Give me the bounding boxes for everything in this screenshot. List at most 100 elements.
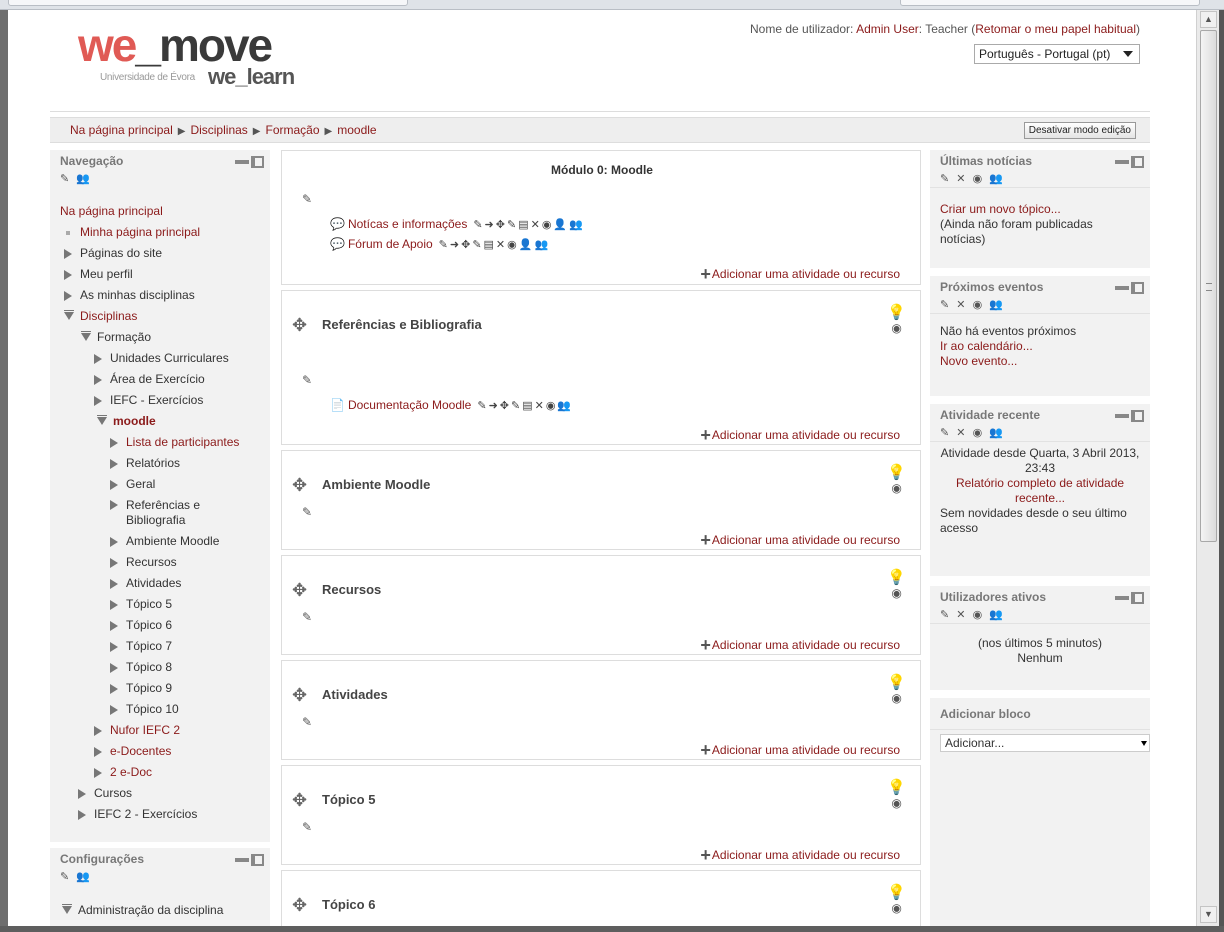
nav-label[interactable]: Disciplinas (80, 309, 137, 323)
expand-icon[interactable] (94, 353, 102, 364)
vertical-scrollbar[interactable]: ▲ ▼ (1196, 10, 1219, 926)
new-event-link[interactable]: Novo evento... (940, 354, 1017, 368)
dock-icon[interactable] (1131, 281, 1144, 294)
edit-icon[interactable]: ✎ (940, 609, 951, 621)
users-icon[interactable]: 👥 (989, 427, 1005, 439)
lightbulb-icon[interactable]: 💡 (887, 885, 906, 900)
close-icon[interactable]: ✕ (956, 609, 967, 621)
nav-item-general[interactable]: Geral (60, 474, 270, 495)
edit-icon[interactable]: ✎ (940, 299, 951, 311)
expand-icon[interactable] (110, 599, 118, 610)
expand-icon[interactable] (110, 662, 118, 673)
nav-item-edocentes[interactable]: e-Docentes (60, 741, 270, 762)
add-activity-link[interactable]: +Adicionar uma atividade ou recurso (700, 264, 900, 285)
new-topic-link[interactable]: Criar um novo tópico... (940, 202, 1061, 216)
expand-icon[interactable] (110, 479, 118, 490)
eye-icon[interactable]: ◉ (973, 173, 985, 185)
minimize-icon[interactable] (1115, 285, 1129, 290)
expand-icon[interactable] (64, 290, 72, 301)
lightbulb-icon[interactable]: 💡 (887, 465, 906, 480)
activity-tools[interactable]: ✎➜✥✎▤✕◉👤👥 (439, 239, 550, 251)
nav-item-nufor[interactable]: Nufor IEFC 2 (60, 720, 270, 741)
eye-icon[interactable]: ◉ (973, 427, 985, 439)
add-activity-link[interactable]: +Adicionar uma atividade ou recurso (700, 845, 900, 866)
nav-item-topic-9[interactable]: Tópico 9 (60, 678, 270, 699)
close-icon[interactable]: ✕ (956, 427, 967, 439)
activity-link[interactable]: Notícas e informações (348, 217, 467, 231)
expand-icon[interactable] (94, 374, 102, 385)
minimize-icon[interactable] (235, 857, 249, 862)
move-icon[interactable]: ✥ (292, 790, 307, 811)
nav-item-exercise-area[interactable]: Área de Exercício (60, 369, 270, 390)
nav-item-cursos[interactable]: Cursos (60, 783, 270, 804)
add-activity-label[interactable]: Adicionar uma atividade ou recurso (712, 267, 900, 281)
eye-icon[interactable]: ◉ (887, 795, 906, 811)
nav-item-iefc2[interactable]: IEFC 2 - Exercícios (60, 804, 270, 825)
nav-item-topic-8[interactable]: Tópico 8 (60, 657, 270, 678)
expand-icon[interactable] (110, 437, 118, 448)
nav-item-resources[interactable]: Recursos (60, 552, 270, 573)
expand-icon[interactable] (110, 578, 118, 589)
nav-item-topic-10[interactable]: Tópico 10 (60, 699, 270, 720)
lightbulb-icon[interactable]: 💡 (887, 780, 906, 795)
eye-icon[interactable]: ◉ (887, 690, 906, 706)
minimize-icon[interactable] (235, 159, 249, 164)
return-role-link[interactable]: Retomar o meu papel habitual (975, 22, 1136, 36)
nav-item-reports[interactable]: Relatórios (60, 453, 270, 474)
collapse-icon[interactable] (81, 330, 91, 341)
scroll-down-button[interactable]: ▼ (1200, 906, 1217, 923)
edit-icon[interactable]: ✎ (940, 173, 951, 185)
minimize-icon[interactable] (1115, 413, 1129, 418)
move-icon[interactable]: ✥ (292, 685, 307, 706)
add-activity-label[interactable]: Adicionar uma atividade ou recurso (712, 638, 900, 652)
expand-icon[interactable] (94, 725, 102, 736)
edit-icon[interactable]: ✎ (940, 427, 951, 439)
nav-label[interactable]: Minha página principal (80, 225, 200, 239)
nav-label[interactable]: Na página principal (60, 204, 163, 218)
minimize-icon[interactable] (1115, 159, 1129, 164)
edit-icon[interactable]: ✎ (302, 373, 312, 387)
nav-item-formacao[interactable]: Formação (60, 327, 270, 348)
nav-item-iefc[interactable]: IEFC - Exercícios (60, 390, 270, 411)
dock-icon[interactable] (251, 853, 264, 866)
breadcrumb-home[interactable]: Na página principal (70, 123, 173, 137)
nav-label[interactable]: Nufor IEFC 2 (110, 723, 180, 737)
expand-icon[interactable] (110, 704, 118, 715)
add-activity-label[interactable]: Adicionar uma atividade ou recurso (712, 533, 900, 547)
collapse-icon[interactable] (97, 414, 107, 425)
edit-icon[interactable]: ✎ (60, 871, 71, 883)
expand-icon[interactable] (110, 458, 118, 469)
eye-icon[interactable]: ◉ (887, 480, 906, 496)
activity-tools[interactable]: ✎➜✥✎▤✕◉👥 (477, 400, 573, 412)
expand-icon[interactable] (64, 269, 72, 280)
nav-item-topic-5[interactable]: Tópico 5 (60, 594, 270, 615)
lightbulb-icon[interactable]: 💡 (887, 675, 906, 690)
nav-item-units[interactable]: Unidades Curriculares (60, 348, 270, 369)
expand-icon[interactable] (110, 620, 118, 631)
nav-label[interactable]: Lista de participantes (126, 435, 239, 449)
nav-label[interactable]: moodle (113, 414, 156, 428)
dock-icon[interactable] (1131, 155, 1144, 168)
eye-icon[interactable]: ◉ (887, 320, 906, 336)
dock-icon[interactable] (251, 155, 264, 168)
nav-item-2edoc[interactable]: 2 e-Doc (60, 762, 270, 783)
nav-item-topic-7[interactable]: Tópico 7 (60, 636, 270, 657)
scrollbar-thumb[interactable] (1200, 30, 1217, 542)
nav-item-references[interactable]: Referências e Bibliografia (60, 495, 270, 531)
expand-icon[interactable] (78, 788, 86, 799)
expand-icon[interactable] (64, 248, 72, 259)
turn-editing-off-button[interactable]: Desativar modo edição (1023, 122, 1136, 139)
activity-link[interactable]: Documentação Moodle (348, 398, 471, 412)
add-activity-link[interactable]: +Adicionar uma atividade ou recurso (700, 425, 900, 446)
nav-item-topic-6[interactable]: Tópico 6 (60, 615, 270, 636)
nav-item-activities[interactable]: Atividades (60, 573, 270, 594)
expand-icon[interactable] (78, 809, 86, 820)
nav-item-my-profile[interactable]: Meu perfil (60, 264, 270, 285)
add-block-select[interactable]: Adicionar... (940, 734, 1150, 752)
eye-icon[interactable]: ◉ (887, 585, 906, 601)
user-link[interactable]: Admin User (856, 22, 919, 36)
users-icon[interactable]: 👥 (989, 173, 1005, 185)
move-icon[interactable]: ✥ (292, 315, 307, 336)
edit-icon[interactable]: ✎ (60, 173, 71, 185)
breadcrumb-formacao[interactable]: Formação (266, 123, 320, 137)
